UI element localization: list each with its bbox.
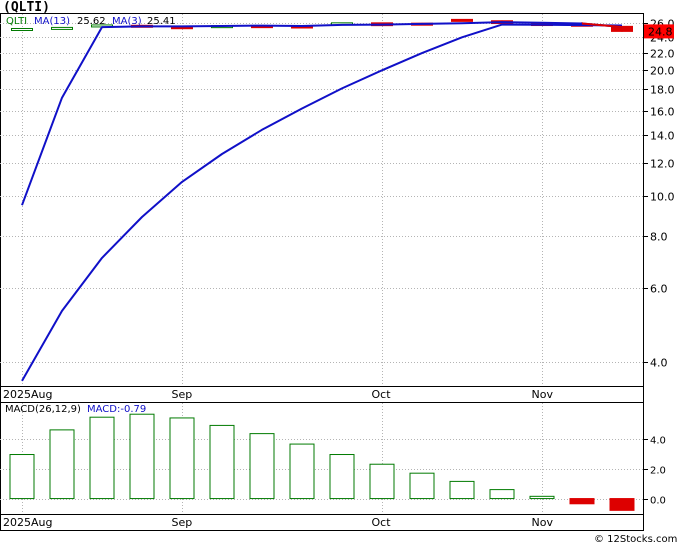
price-y-tick-label: 18.0 xyxy=(650,84,675,97)
price-y-tick-label: 6.0 xyxy=(650,283,668,296)
macd-bar xyxy=(329,454,355,500)
macd-x-tick-label: 2025Aug xyxy=(3,516,52,529)
macd-bar xyxy=(289,443,315,500)
price-x-tick-label: 2025Aug xyxy=(3,388,52,401)
candle-body xyxy=(451,18,473,22)
macd-legend: MACD(26,12,9) MACD:-0.79 xyxy=(5,404,146,415)
macd-bar xyxy=(449,480,475,500)
macd-bar xyxy=(49,429,75,500)
macd-bar xyxy=(409,472,435,500)
price-y-tick-label: 22.0 xyxy=(650,48,675,61)
macd-bar xyxy=(369,463,395,500)
stock-chart: (QLTI) 4.0 6.0 8.0 10.0 12.0 14.0 16.0 18.0 20.0… xyxy=(0,0,680,546)
site-credit: © 12Stocks.com xyxy=(594,534,677,545)
macd-bar xyxy=(569,498,595,505)
macd-y-tick-label: 4.0 xyxy=(650,436,666,447)
current-price-badge: 24.8 xyxy=(644,24,674,39)
macd-bar xyxy=(609,498,635,511)
macd-bar xyxy=(89,416,115,500)
macd-bar xyxy=(129,413,155,500)
legend-symbol: QLTI xyxy=(6,16,27,27)
price-badge-value: 24.8 xyxy=(648,25,673,38)
price-y-tick-label: 16.0 xyxy=(650,106,675,119)
macd-bar xyxy=(169,417,195,500)
candle-body xyxy=(11,27,33,31)
macd-y-tick-label: 0.0 xyxy=(650,496,666,507)
legend-ma13-label: MA(13) xyxy=(34,16,70,27)
candle-body xyxy=(51,26,73,30)
price-y-tick-label: 8.0 xyxy=(650,231,668,244)
macd-x-tick-label: Sep xyxy=(172,516,193,529)
macd-x-tick-label: Oct xyxy=(372,516,392,529)
macd-bar xyxy=(529,495,555,500)
price-y-tick-label: 20.0 xyxy=(650,65,675,78)
macd-bar xyxy=(489,489,515,500)
macd-value-label: MACD:-0.79 xyxy=(87,404,146,415)
legend-ma3-label: MA(3) xyxy=(112,16,142,27)
macd-bar xyxy=(209,424,235,500)
price-y-tick-label: 10.0 xyxy=(650,191,675,204)
price-y-tick-label: 14.0 xyxy=(650,130,675,143)
price-x-tick-label: Nov xyxy=(532,388,554,401)
legend-ma3-value: 25.41 xyxy=(147,16,176,27)
macd-x-tick-label: Nov xyxy=(532,516,554,529)
price-x-tick-label: Sep xyxy=(172,388,193,401)
price-y-tick-label: 4.0 xyxy=(650,357,668,370)
price-x-tick-label: Oct xyxy=(372,388,392,401)
chart-title: (QLTI) xyxy=(3,0,50,15)
macd-label: MACD(26,12,9) xyxy=(5,404,81,415)
macd-y-tick-label: 2.0 xyxy=(650,466,666,477)
price-y-tick-label: 12.0 xyxy=(650,158,675,171)
legend-ma13-value: 25.62 xyxy=(77,16,106,27)
macd-bar xyxy=(9,454,35,500)
macd-bar xyxy=(249,433,275,500)
